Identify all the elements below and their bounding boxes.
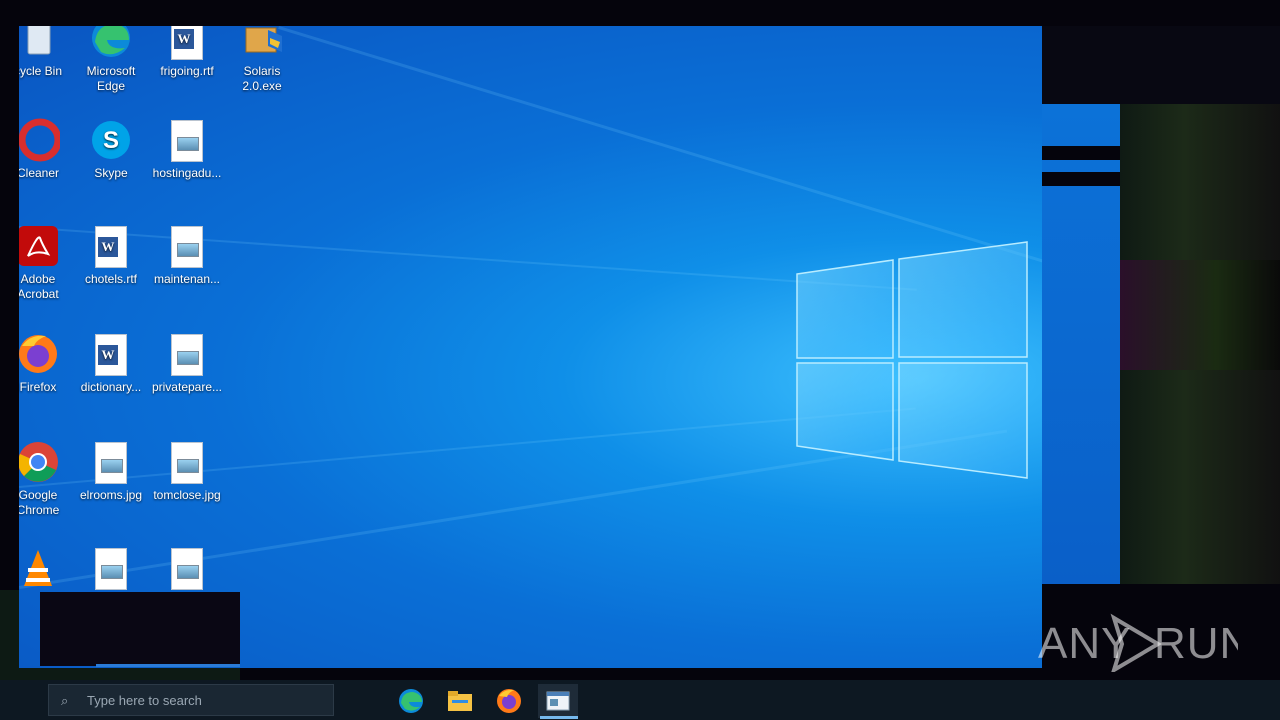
- anyrun-watermark: ANY RUN: [1038, 612, 1251, 675]
- taskbar-app-window-button[interactable]: [538, 684, 578, 718]
- desktop-icon-image[interactable]: [149, 546, 225, 594]
- skype-icon: S: [89, 118, 133, 162]
- icon-label: Solaris 2.0.exe: [242, 64, 282, 93]
- desktop-icon-solaris[interactable]: Solaris 2.0.exe: [224, 26, 300, 94]
- icon-label: Microsoft Edge: [86, 64, 136, 93]
- image-file-icon: [165, 332, 209, 376]
- taskbar-edge-button[interactable]: [391, 684, 431, 718]
- glitch-strip: [1120, 260, 1280, 370]
- taskbar-firefox-button[interactable]: [489, 684, 529, 718]
- desktop-icon-privatepare[interactable]: privatepare...: [149, 332, 225, 395]
- icon-label: Cleaner: [19, 166, 60, 180]
- desktop-icon-vlc[interactable]: [19, 546, 76, 594]
- image-file-icon: [89, 546, 133, 590]
- icon-label: cycle Bin: [19, 64, 63, 78]
- desktop-icon-hostingadu[interactable]: hostingadu...: [149, 118, 225, 181]
- desktop-icon-ccleaner[interactable]: Cleaner: [19, 118, 76, 181]
- anyrun-logo-icon: ANY RUN: [1038, 613, 1251, 675]
- desktop-icon-google-chrome[interactable]: Google Chrome: [19, 440, 76, 518]
- image-file-icon: [165, 224, 209, 268]
- svg-text:S: S: [103, 127, 119, 154]
- windows-logo-icon: [796, 241, 1028, 479]
- light-beam: [278, 26, 1042, 263]
- desktop-wallpaper: cycle Bin Cleaner Adobe Acrobat Firefox …: [19, 26, 1042, 668]
- icon-label: Google Chrome: [19, 488, 60, 517]
- icon-label: Skype: [94, 166, 128, 180]
- chrome-icon: [19, 440, 60, 484]
- word-document-icon: W: [165, 26, 209, 60]
- glitch-bar: [1042, 146, 1120, 160]
- firefox-icon: [19, 332, 60, 376]
- vlc-icon: [19, 546, 60, 590]
- desktop-icon-tomclose[interactable]: tomclose.jpg: [149, 440, 225, 503]
- icon-label: chotels.rtf: [84, 272, 138, 286]
- taskbar-search-box[interactable]: ⌕ Type here to search: [48, 684, 334, 716]
- image-file-icon: [165, 118, 209, 162]
- image-file-icon: [89, 440, 133, 484]
- file-explorer-icon: [448, 691, 472, 711]
- desktop-icon-adobe-acrobat[interactable]: Adobe Acrobat: [19, 224, 76, 302]
- edge-icon: [399, 689, 423, 713]
- icon-label: dictionary...: [80, 380, 142, 394]
- edge-icon: [89, 26, 133, 60]
- desktop-icon-image[interactable]: [73, 546, 149, 594]
- search-placeholder: Type here to search: [87, 693, 202, 708]
- acrobat-icon: [19, 224, 60, 268]
- taskbar-active-indicator: [540, 716, 578, 719]
- desktop-icon-microsoft-edge[interactable]: Microsoft Edge: [73, 26, 149, 94]
- desktop-icon-chotels[interactable]: W chotels.rtf: [73, 224, 149, 287]
- ccleaner-icon: [19, 118, 62, 162]
- app-window-icon: [546, 691, 570, 711]
- glitch-bar: [1042, 172, 1120, 186]
- firefox-icon: [497, 689, 521, 713]
- desktop-icon-firefox[interactable]: Firefox: [19, 332, 76, 395]
- icon-label: hostingadu...: [152, 166, 222, 180]
- icon-label: elrooms.jpg: [79, 488, 143, 502]
- desktop-icon-skype[interactable]: S Skype: [73, 118, 149, 181]
- desktop-icon-frigoing[interactable]: W frigoing.rtf: [149, 26, 225, 79]
- image-file-icon: [165, 546, 209, 590]
- icon-label: privatepare...: [151, 380, 223, 394]
- taskbar-file-explorer-button[interactable]: [440, 684, 480, 718]
- icon-label: Adobe Acrobat: [19, 272, 59, 301]
- desktop-icon-maintenan[interactable]: maintenan...: [149, 224, 225, 287]
- search-icon: ⌕: [61, 693, 69, 708]
- icon-label: Firefox: [19, 380, 57, 394]
- icon-label: maintenan...: [153, 272, 221, 286]
- word-document-icon: W: [89, 224, 133, 268]
- watermark-text-right: RUN: [1154, 619, 1238, 668]
- glitch-strip: [1042, 26, 1280, 104]
- word-document-icon: W: [89, 332, 133, 376]
- icon-label: frigoing.rtf: [160, 64, 214, 78]
- desktop-icon-dictionary[interactable]: W dictionary...: [73, 332, 149, 395]
- desktop-icon-recycle-bin[interactable]: cycle Bin: [19, 26, 76, 79]
- recycle-bin-icon: [19, 26, 60, 60]
- glitch-block: [40, 592, 240, 666]
- desktop-icon-elrooms[interactable]: elrooms.jpg: [73, 440, 149, 503]
- image-file-icon: [165, 440, 209, 484]
- installer-icon: [240, 26, 284, 60]
- icon-label: tomclose.jpg: [153, 488, 221, 502]
- glitch-strip: [96, 664, 240, 667]
